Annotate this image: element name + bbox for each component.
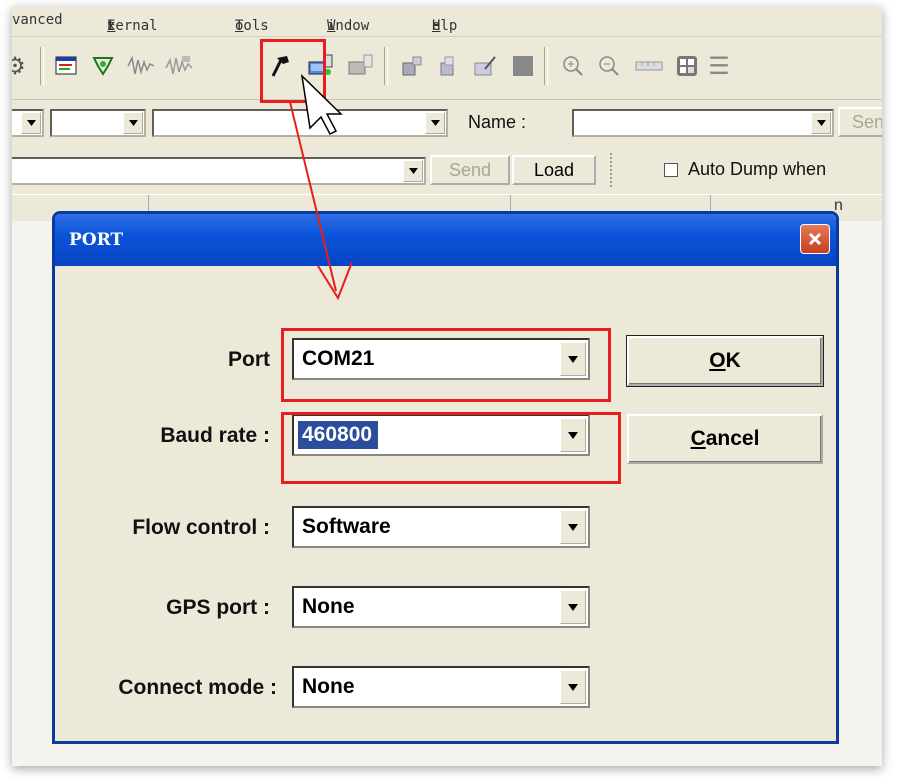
- port-highlight-box: [281, 328, 611, 402]
- port-label: Port: [228, 348, 270, 371]
- chevron-down-icon[interactable]: [560, 670, 586, 704]
- chevron-down-icon[interactable]: [425, 112, 445, 134]
- filter-row: Name : Sen: [12, 102, 882, 144]
- combo-filter[interactable]: [152, 109, 448, 137]
- close-icon: [808, 232, 822, 246]
- connect-mode-label: Connect mode :: [118, 676, 277, 699]
- name-combo[interactable]: [572, 109, 834, 137]
- name-label: Name :: [468, 112, 527, 132]
- flow-control-label: Flow control :: [132, 516, 270, 539]
- baud-rate-label: Baud rate :: [160, 424, 270, 447]
- command-row: Send Load Auto Dump when: [12, 147, 882, 193]
- settings-icon[interactable]: ⚙: [12, 49, 32, 83]
- dialog-titlebar[interactable]: PORT: [55, 214, 836, 266]
- edit-icon[interactable]: [468, 49, 502, 83]
- flow-control-select[interactable]: Software: [292, 506, 590, 548]
- row-separator: [610, 153, 612, 187]
- baud-highlight-box: [281, 412, 621, 484]
- tool-highlight-box: [260, 39, 326, 103]
- wave-alt-icon[interactable]: [162, 49, 196, 83]
- flow-control-value: Software: [302, 515, 391, 538]
- send-button[interactable]: Send: [430, 155, 510, 185]
- menu-bar: vanced Ex ternal Tools Window Help: [12, 6, 882, 37]
- gps-port-value: None: [302, 595, 355, 618]
- command-combo[interactable]: [12, 157, 426, 185]
- chevron-down-icon[interactable]: [21, 112, 41, 134]
- gps-port-select[interactable]: None: [292, 586, 590, 628]
- log-view-icon[interactable]: [50, 49, 84, 83]
- dialog-body: Port COM21 OK Baud rate : 460800 Cancel …: [55, 266, 836, 741]
- more-icon[interactable]: ☰: [702, 49, 736, 83]
- chevron-down-icon[interactable]: [560, 590, 586, 624]
- disconnect-icon[interactable]: [344, 49, 378, 83]
- toolbar: ⚙ ☰: [12, 37, 882, 103]
- close-button[interactable]: [800, 224, 830, 254]
- chevron-down-icon[interactable]: [403, 160, 423, 182]
- chevron-down-icon[interactable]: [123, 112, 143, 134]
- zoom-in-icon[interactable]: [556, 49, 590, 83]
- chevron-down-icon[interactable]: [560, 510, 586, 544]
- filter-icon[interactable]: [86, 49, 120, 83]
- wave-icon[interactable]: [124, 49, 158, 83]
- connect-mode-value: None: [302, 675, 355, 698]
- stop-icon[interactable]: [506, 49, 540, 83]
- dialog-title: PORT: [69, 230, 124, 250]
- app-frame: vanced Ex ternal Tools Window Help ⚙ ☰ N…: [12, 6, 882, 766]
- calculator-icon[interactable]: [670, 49, 704, 83]
- ok-button[interactable]: OK: [626, 335, 824, 387]
- connect-mode-select[interactable]: None: [292, 666, 590, 708]
- ruler-icon[interactable]: [632, 49, 666, 83]
- combo-small-2[interactable]: [50, 109, 146, 137]
- send-button-top[interactable]: Sen: [838, 107, 882, 137]
- chevron-down-icon[interactable]: [811, 112, 831, 134]
- menu-advanced[interactable]: vanced: [12, 12, 63, 28]
- auto-dump-label: Auto Dump when: [688, 159, 827, 179]
- copy-icon[interactable]: [396, 49, 430, 83]
- combo-small-1[interactable]: [12, 109, 44, 137]
- auto-dump-checkbox[interactable]: [664, 163, 678, 177]
- paste-icon[interactable]: [432, 49, 466, 83]
- load-button[interactable]: Load: [512, 155, 596, 185]
- port-dialog: PORT Port COM21 OK Baud rate : 460800 Ca…: [52, 211, 839, 744]
- zoom-out-icon[interactable]: [592, 49, 626, 83]
- gps-port-label: GPS port :: [166, 596, 270, 619]
- cancel-button[interactable]: Cancel: [627, 414, 823, 464]
